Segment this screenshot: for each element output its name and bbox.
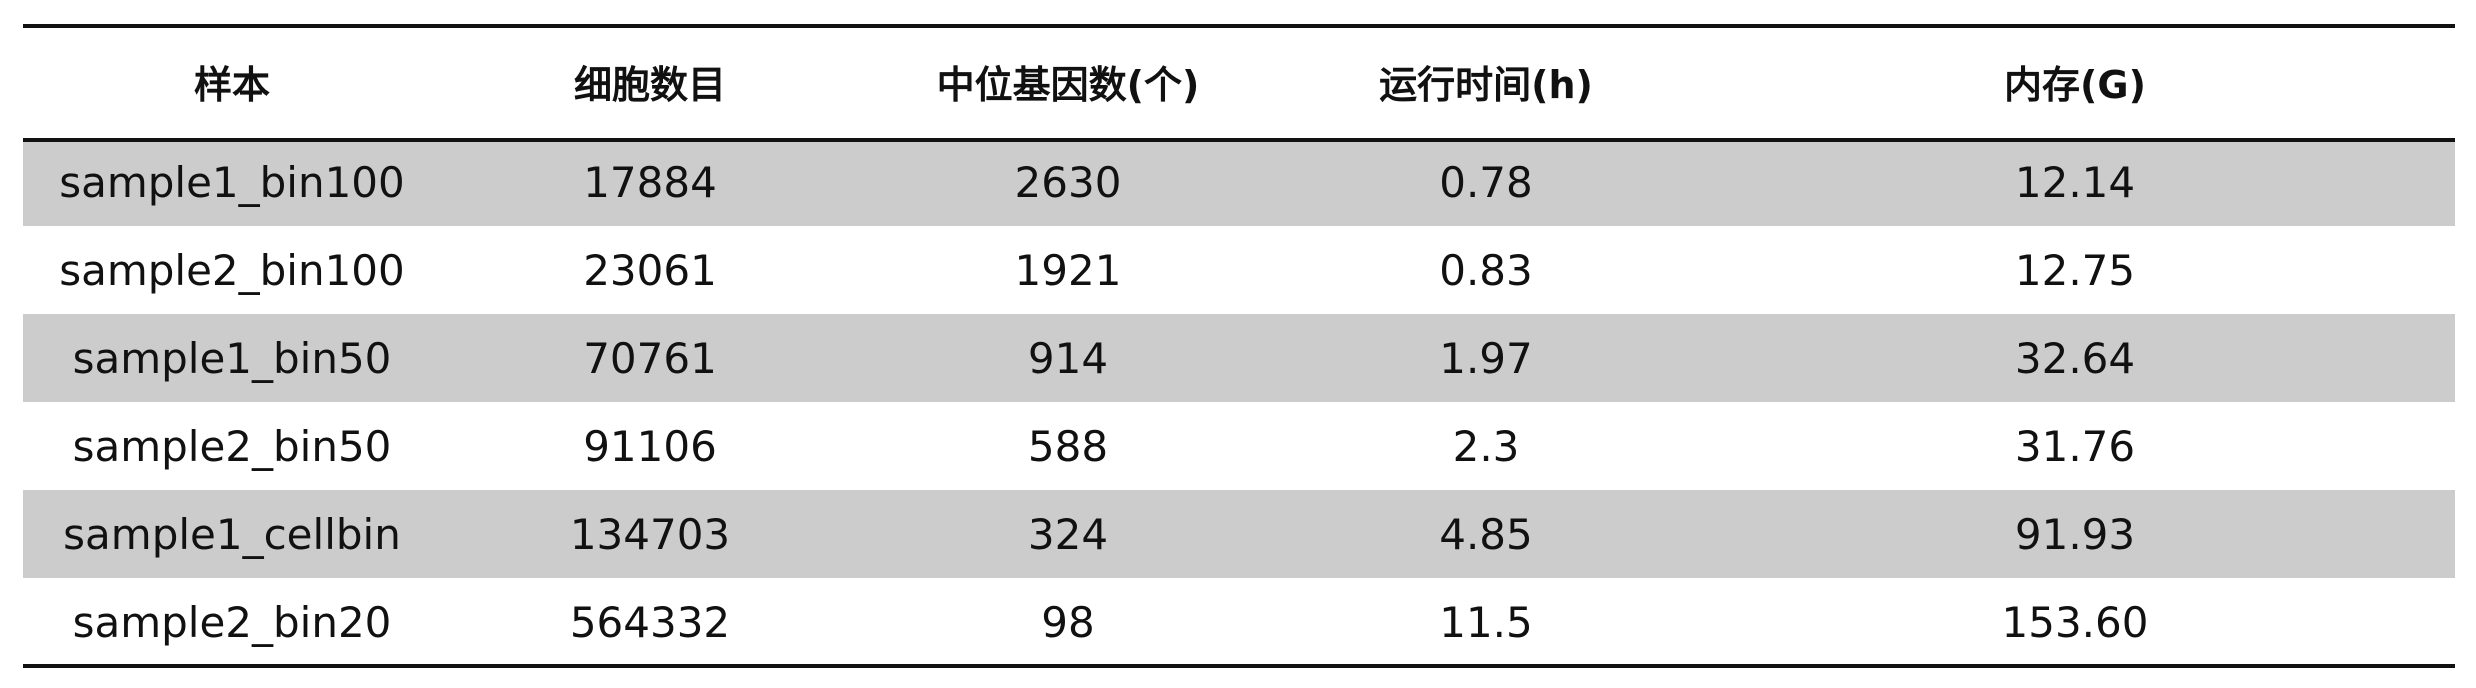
header-memory: 内存(G) xyxy=(2004,62,2146,107)
cell-sample: sample1_bin50 xyxy=(23,314,441,402)
table-header: 样本 细胞数目 中位基因数(个) 运行时间(h) 内存(G) xyxy=(23,24,2455,138)
cell-memory: 32.64 xyxy=(1695,314,2455,402)
table-row: sample2_bin100 23061 1921 0.83 12.75 xyxy=(23,226,2455,314)
cell-cell-count: 91106 xyxy=(583,421,717,471)
cell-median-genes: 324 xyxy=(859,490,1277,578)
table-row: sample1_cellbin 134703 324 4.85 91.93 xyxy=(23,490,2455,578)
cell-median-genes: 2630 xyxy=(859,138,1277,226)
cell-median-genes: 914 xyxy=(859,314,1277,402)
cell-run-time: 2.3 xyxy=(1452,421,1520,471)
data-table: 样本 细胞数目 中位基因数(个) 运行时间(h) 内存(G) sample1_b… xyxy=(23,24,2455,666)
cell-memory: 12.75 xyxy=(2014,245,2136,295)
cell-median-genes: 588 xyxy=(1027,421,1109,471)
table-row: sample2_bin50 91106 588 2.3 31.76 xyxy=(23,402,2455,490)
cell-sample: sample1_cellbin xyxy=(23,490,441,578)
header-median-genes: 中位基因数(个) xyxy=(936,62,1200,107)
cell-run-time: 11.5 xyxy=(1439,597,1533,647)
cell-sample: sample2_bin20 xyxy=(72,597,392,647)
cell-cell-count: 564332 xyxy=(569,597,731,647)
cell-memory: 153.60 xyxy=(2001,597,2149,647)
cell-memory: 31.76 xyxy=(2014,421,2136,471)
table-top-rule xyxy=(23,24,2455,28)
cell-run-time: 0.83 xyxy=(1439,245,1533,295)
cell-cell-count: 70761 xyxy=(441,314,859,402)
data-table-container: 样本 细胞数目 中位基因数(个) 运行时间(h) 内存(G) sample1_b… xyxy=(23,24,2455,666)
cell-sample: sample2_bin100 xyxy=(59,245,405,295)
table-row: sample2_bin20 564332 98 11.5 153.60 xyxy=(23,578,2455,666)
header-row: 样本 细胞数目 中位基因数(个) 运行时间(h) 内存(G) xyxy=(23,24,2455,138)
cell-run-time: 0.78 xyxy=(1277,138,1695,226)
cell-sample: sample1_bin100 xyxy=(23,138,441,226)
table-bottom-rule xyxy=(23,664,2455,668)
header-run-time: 运行时间(h) xyxy=(1379,62,1593,107)
cell-cell-count: 134703 xyxy=(441,490,859,578)
cell-cell-count: 23061 xyxy=(583,245,717,295)
cell-sample: sample2_bin50 xyxy=(72,421,392,471)
cell-run-time: 1.97 xyxy=(1277,314,1695,402)
cell-cell-count: 17884 xyxy=(441,138,859,226)
cell-memory: 12.14 xyxy=(1695,138,2455,226)
table-body: sample1_bin100 17884 2630 0.78 12.14 sam… xyxy=(23,138,2455,666)
cell-run-time: 4.85 xyxy=(1277,490,1695,578)
cell-memory: 91.93 xyxy=(1695,490,2455,578)
header-sample: 样本 xyxy=(193,62,270,107)
cell-median-genes: 98 xyxy=(1041,597,1095,647)
table-row: sample1_bin50 70761 914 1.97 32.64 xyxy=(23,314,2455,402)
table-header-rule xyxy=(23,138,2455,142)
cell-median-genes: 1921 xyxy=(1014,245,1122,295)
table-row: sample1_bin100 17884 2630 0.78 12.14 xyxy=(23,138,2455,226)
header-cell-count: 细胞数目 xyxy=(573,62,726,107)
